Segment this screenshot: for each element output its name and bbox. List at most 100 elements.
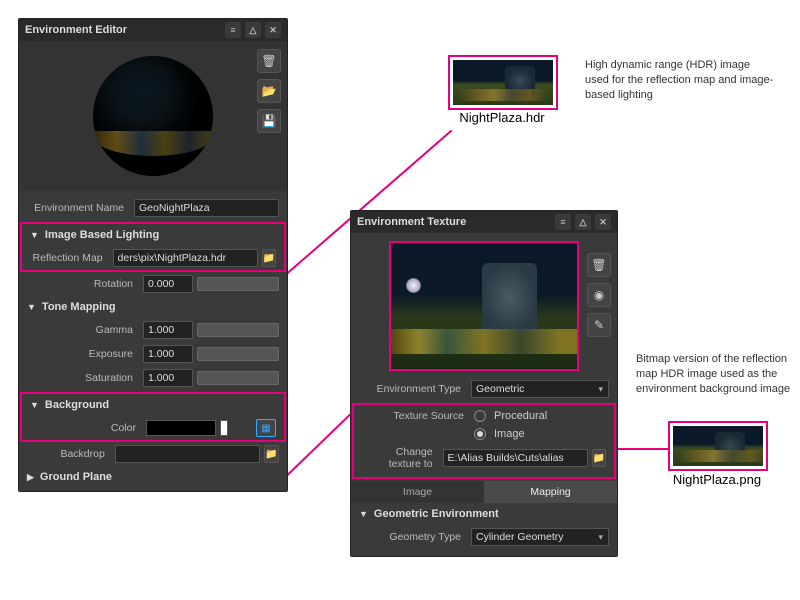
- expand-triangle-icon: ▼: [27, 302, 36, 312]
- texture-source-image-row: Image: [354, 425, 614, 443]
- environment-texture-panel: Environment Texture ≡ △ ✕ 🗑 ◉ ✎ Environm…: [350, 210, 618, 557]
- change-texture-row: Change texture to 📁: [354, 443, 614, 473]
- reflection-map-row: Reflection Map 📁: [22, 246, 284, 270]
- section-title: Geometric Environment: [374, 508, 499, 520]
- exposure-input[interactable]: [143, 345, 193, 363]
- change-texture-input[interactable]: [443, 449, 588, 467]
- sphere-preview: 🗑 📂 💾: [19, 41, 287, 191]
- reflection-map-label: Reflection Map: [30, 252, 109, 264]
- env-type-label: Environment Type: [359, 383, 467, 395]
- saturation-input[interactable]: [143, 369, 193, 387]
- color-row: Color ▦: [22, 416, 284, 440]
- panel-title: Environment Editor: [25, 24, 225, 36]
- section-ground-plane[interactable]: ▶ Ground Plane: [19, 466, 287, 491]
- section-geometric-environment[interactable]: ▼ Geometric Environment: [351, 503, 617, 525]
- visibility-icon[interactable]: ◉: [587, 283, 611, 307]
- texture-preview: [389, 241, 579, 371]
- ibl-section-highlight: ▼ Image Based Lighting Reflection Map 📁: [22, 224, 284, 270]
- saturation-slider[interactable]: [197, 371, 279, 385]
- tab-image[interactable]: Image: [351, 481, 484, 503]
- change-texture-label: Change texture to: [362, 446, 439, 470]
- gamma-slider[interactable]: [197, 323, 279, 337]
- delete-icon[interactable]: 🗑: [257, 49, 281, 73]
- color-label: Color: [30, 422, 142, 434]
- radio-procedural[interactable]: [474, 410, 486, 422]
- close-icon[interactable]: ✕: [265, 22, 281, 38]
- gamma-input[interactable]: [143, 321, 193, 339]
- section-tone-mapping[interactable]: ▼ Tone Mapping: [19, 296, 287, 318]
- expand-triangle-icon: ▼: [30, 400, 39, 410]
- geometry-type-value: Cylinder Geometry: [476, 531, 564, 543]
- wand-icon[interactable]: ✎: [587, 313, 611, 337]
- panel-header: Environment Texture ≡ △ ✕: [351, 211, 617, 233]
- texture-map-icon[interactable]: ▦: [256, 419, 276, 437]
- save-icon[interactable]: 💾: [257, 109, 281, 133]
- png-thumbnail: [673, 426, 763, 466]
- environment-editor-panel: Environment Editor ≡ △ ✕ 🗑 📂 💾 Environme…: [18, 18, 288, 492]
- tabs: Image Mapping: [351, 481, 617, 503]
- texture-source-highlight: Texture Source Procedural Image Change t…: [354, 405, 614, 477]
- backdrop-label: Backdrop: [27, 448, 111, 460]
- image-label: Image: [494, 428, 525, 440]
- geometry-type-row: Geometry Type Cylinder Geometry: [351, 525, 617, 556]
- rotation-input[interactable]: [143, 275, 193, 293]
- delete-icon[interactable]: 🗑: [587, 253, 611, 277]
- collapse-triangle-icon: ▶: [27, 472, 34, 483]
- section-title: Ground Plane: [40, 471, 112, 483]
- browse-folder-icon[interactable]: 📁: [264, 445, 279, 463]
- saturation-label: Saturation: [27, 372, 139, 384]
- rotation-label: Rotation: [27, 278, 139, 290]
- exposure-slider[interactable]: [197, 347, 279, 361]
- env-name-input[interactable]: [134, 199, 279, 217]
- png-filename: NightPlaza.png: [668, 472, 766, 487]
- color-white-indicator: [220, 420, 228, 436]
- exposure-label: Exposure: [27, 348, 139, 360]
- callout-line: [610, 448, 672, 450]
- env-type-row: Environment Type Geometric: [351, 377, 617, 401]
- env-type-dropdown[interactable]: Geometric: [471, 380, 609, 398]
- exposure-row: Exposure: [19, 342, 287, 366]
- pin-icon[interactable]: △: [245, 22, 261, 38]
- hdr-thumbnail: [453, 60, 553, 105]
- rotation-row: Rotation: [19, 272, 287, 296]
- section-image-based-lighting[interactable]: ▼ Image Based Lighting: [22, 224, 284, 246]
- section-title: Tone Mapping: [42, 301, 116, 313]
- hdr-thumbnail-callout: [448, 55, 558, 110]
- hdr-filename: NightPlaza.hdr: [448, 110, 556, 125]
- expand-triangle-icon: ▼: [359, 509, 368, 519]
- panel-header: Environment Editor ≡ △ ✕: [19, 19, 287, 41]
- menu-icon[interactable]: ≡: [555, 214, 571, 230]
- png-thumbnail-callout: [668, 421, 768, 471]
- menu-icon[interactable]: ≡: [225, 22, 241, 38]
- reflection-map-input[interactable]: [113, 249, 258, 267]
- geometry-type-label: Geometry Type: [359, 531, 467, 543]
- gamma-row: Gamma: [19, 318, 287, 342]
- section-title: Image Based Lighting: [45, 229, 159, 241]
- browse-folder-icon[interactable]: 📁: [262, 249, 276, 267]
- preview-sphere: [93, 56, 213, 176]
- expand-triangle-icon: ▼: [30, 230, 39, 240]
- env-name-label: Environment Name: [27, 202, 130, 214]
- open-folder-icon[interactable]: 📂: [257, 79, 281, 103]
- panel-title: Environment Texture: [357, 216, 555, 228]
- texture-source-row: Texture Source Procedural: [354, 407, 614, 425]
- hdr-caption: High dynamic range (HDR) image used for …: [585, 58, 775, 103]
- texture-source-label: Texture Source: [362, 410, 470, 422]
- pin-icon[interactable]: △: [575, 214, 591, 230]
- section-title: Background: [45, 399, 109, 411]
- environment-name-row: Environment Name: [19, 191, 287, 220]
- tab-mapping[interactable]: Mapping: [484, 481, 617, 503]
- color-swatch[interactable]: [146, 420, 216, 436]
- rotation-slider[interactable]: [197, 277, 279, 291]
- geometry-type-dropdown[interactable]: Cylinder Geometry: [471, 528, 609, 546]
- backdrop-row: Backdrop 📁: [19, 442, 287, 466]
- background-section-highlight: ▼ Background Color ▦: [22, 394, 284, 440]
- close-icon[interactable]: ✕: [595, 214, 611, 230]
- section-background[interactable]: ▼ Background: [22, 394, 284, 416]
- radio-image[interactable]: [474, 428, 486, 440]
- gamma-label: Gamma: [27, 324, 139, 336]
- browse-folder-icon[interactable]: 📁: [592, 449, 606, 467]
- backdrop-input[interactable]: [115, 445, 260, 463]
- procedural-label: Procedural: [494, 410, 547, 422]
- saturation-row: Saturation: [19, 366, 287, 390]
